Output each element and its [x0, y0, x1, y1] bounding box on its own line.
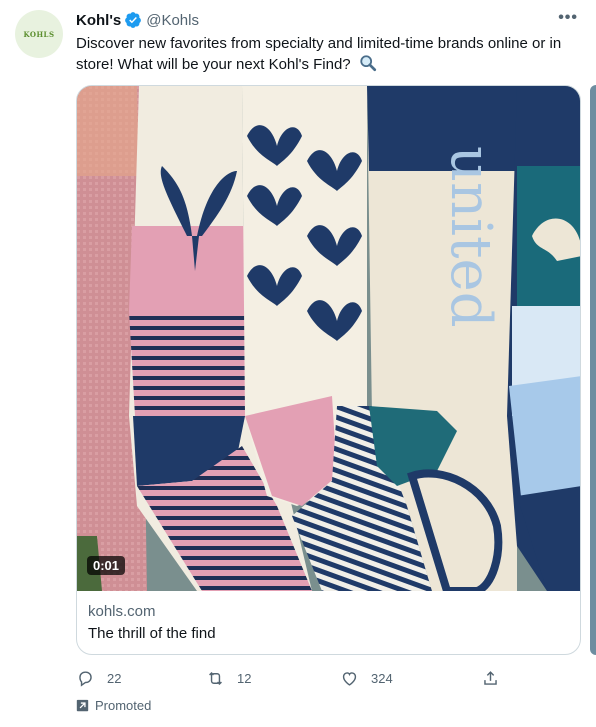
tweet-text: Discover new favorites from specialty an…: [76, 33, 576, 78]
reply-icon: [79, 670, 92, 687]
avatar-logo-text: KOHLS: [23, 29, 55, 39]
next-media-preview: [590, 85, 596, 655]
retweet-icon: [209, 671, 222, 685]
promoted-icon: [76, 699, 89, 712]
tweet-header: Kohl's @Kohls: [76, 9, 199, 31]
card-domain: kohls.com: [88, 603, 156, 620]
retweet-count: 12: [237, 670, 252, 686]
share-icon: [484, 670, 497, 685]
tweet-actions: 22 12 324: [76, 666, 506, 690]
promoted-label[interactable]: Promoted: [76, 698, 151, 713]
share-button[interactable]: [481, 669, 500, 688]
video-thumbnail[interactable]: united 0:01: [77, 86, 580, 591]
more-options-icon[interactable]: •••: [558, 9, 578, 27]
heart-icon: [342, 671, 357, 686]
like-count: 324: [371, 670, 393, 686]
magnifying-glass-icon: [359, 54, 377, 78]
display-name[interactable]: Kohl's: [76, 12, 121, 29]
card-meta[interactable]: kohls.com The thrill of the find: [77, 592, 580, 654]
retweet-button[interactable]: 12: [206, 669, 251, 688]
tweet-body: Discover new favorites from specialty an…: [76, 35, 562, 73]
media-card[interactable]: united 0:01 kohls.com The thrill of the …: [76, 85, 581, 655]
reply-count: 22: [107, 670, 122, 686]
like-button[interactable]: 324: [340, 669, 393, 688]
promoted-text: Promoted: [95, 698, 152, 713]
card-title: The thrill of the find: [88, 625, 216, 642]
video-duration: 0:01: [87, 556, 126, 575]
socks-image: united: [77, 86, 580, 591]
verified-badge-icon: [124, 11, 142, 29]
user-handle[interactable]: @Kohls: [146, 12, 199, 29]
sock-text: united: [438, 146, 503, 328]
avatar[interactable]: KOHLS: [15, 10, 63, 58]
reply-button[interactable]: 22: [76, 669, 121, 688]
